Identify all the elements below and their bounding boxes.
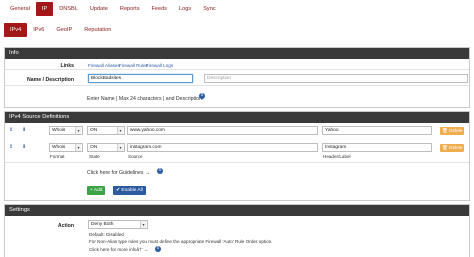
tab-reputation[interactable]: Reputation — [78, 23, 117, 37]
tab-logs[interactable]: Logs — [173, 2, 197, 16]
tab-geoip[interactable]: GeoIP — [50, 23, 78, 37]
tab-ip[interactable]: IP — [35, 2, 54, 16]
more-info-link[interactable]: Click here for more infoâ†‘ → — [89, 247, 149, 252]
delete-button-2[interactable]: 🗑 Delete — [440, 144, 464, 152]
info-icon[interactable]: i — [157, 168, 163, 174]
tab-feeds[interactable]: Feeds — [146, 2, 174, 16]
top-tab-bar: General IP DNSBL Update Reports Feeds Lo… — [0, 0, 474, 18]
info-header: Info — [5, 48, 469, 59]
name-help-text: Enter Name | Max 24 characters | and Des… — [87, 96, 204, 102]
header-input-1[interactable]: Yahoo — [322, 126, 432, 135]
settings-header: Settings — [5, 205, 469, 216]
settings-panel: Settings Action Deny Both ▾ Default: Dis… — [4, 204, 470, 257]
format-value-1: Whois — [52, 128, 66, 133]
info-divider-2 — [5, 85, 469, 86]
link-firewall-logs[interactable]: Firewall Logs — [146, 63, 173, 68]
action-label: Action — [57, 223, 74, 229]
state-value-2: ON — [90, 145, 98, 150]
guidelines-text[interactable]: Click here for Guidelines → — [87, 170, 150, 176]
chevron-down-icon: ▾ — [140, 221, 146, 228]
delete-label-1: Delete — [449, 128, 463, 133]
format-value-2: Whois — [52, 145, 66, 150]
check-icon: ✔ — [116, 188, 121, 193]
info-divider-1 — [5, 69, 469, 70]
chevron-down-icon: ▾ — [117, 144, 123, 151]
move-row-icon[interactable]: ⇕ — [9, 144, 13, 150]
source-input-2[interactable]: instagram.com — [127, 143, 318, 152]
ipv4-sources-header: IPv4 Source Definitions — [5, 112, 469, 123]
action-select[interactable]: Deny Both ▾ — [88, 220, 148, 229]
settings-help-text: For Non-Alias type rules you must define… — [89, 239, 273, 244]
info-panel: Info Links Firewall Aliases Firewall Rul… — [4, 47, 470, 108]
trash-icon: 🗑 — [442, 145, 448, 150]
add-button[interactable]: + Add — [87, 186, 106, 195]
ipv4-sources-panel: IPv4 Source Definitions ⇕ ⬇ Whois ▾ ON ▾… — [4, 111, 470, 201]
format-select-2[interactable]: Whois ▾ — [49, 143, 83, 152]
state-select-2[interactable]: ON ▾ — [87, 143, 125, 152]
action-value: Deny Both — [91, 222, 114, 227]
delete-button-1[interactable]: 🗑 Delete — [440, 127, 464, 135]
tab-ipv6[interactable]: IPv6 — [27, 23, 50, 37]
tab-update[interactable]: Update — [84, 2, 114, 16]
enable-all-button[interactable]: ✔ Enable All — [113, 186, 146, 195]
description-input[interactable]: Description — [204, 74, 468, 83]
format-col-label: Format — [50, 154, 65, 159]
default-text: Default: Disabled — [89, 232, 124, 237]
sources-divider — [5, 162, 469, 163]
download-icon[interactable]: ⬇ — [22, 144, 26, 150]
link-firewall-aliases[interactable]: Firewall Aliases — [88, 63, 120, 68]
header-input-2[interactable]: Instagram — [322, 143, 432, 152]
format-select-1[interactable]: Whois ▾ — [49, 126, 83, 135]
state-select-1[interactable]: ON ▾ — [87, 126, 125, 135]
chevron-down-icon: ▾ — [75, 144, 81, 151]
chevron-down-icon: ▾ — [117, 127, 123, 134]
source-col-label: Source — [128, 154, 143, 159]
name-description-label: Name / Description — [27, 77, 74, 83]
move-row-icon[interactable]: ⇕ — [9, 127, 13, 133]
download-icon[interactable]: ⬇ — [22, 127, 26, 133]
info-icon[interactable]: i — [199, 93, 205, 99]
header-col-label: Header/Label — [323, 154, 351, 159]
state-value-1: ON — [90, 128, 98, 133]
state-col-label: State — [89, 154, 100, 159]
link-firewall-rules[interactable]: Firewall Rules — [119, 63, 148, 68]
tab-dnsbl[interactable]: DNSBL — [53, 2, 84, 16]
chevron-down-icon: ▾ — [75, 127, 81, 134]
source-input-1[interactable]: www.yahoo.com — [127, 126, 318, 135]
tab-sync[interactable]: Sync — [197, 2, 221, 16]
add-label: Add — [93, 188, 103, 193]
delete-label-2: Delete — [449, 145, 463, 150]
tab-ipv4[interactable]: IPv4 — [4, 23, 28, 37]
info-icon[interactable]: i — [155, 246, 161, 252]
tab-general[interactable]: General — [4, 2, 36, 16]
trash-icon: 🗑 — [442, 128, 448, 133]
name-input[interactable]: BlockBadsites — [88, 74, 193, 83]
enable-all-label: Enable All — [121, 188, 143, 193]
plus-icon: + — [90, 188, 93, 193]
sub-tab-bar: IPv4 IPv6 GeoIP Reputation — [0, 22, 117, 38]
tab-reports[interactable]: Reports — [114, 2, 146, 16]
